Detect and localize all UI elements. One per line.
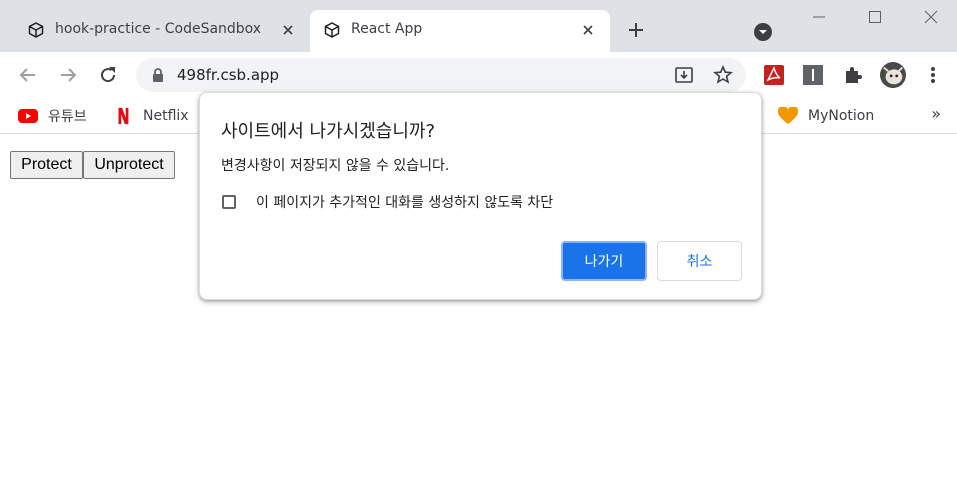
pdf-extension-button[interactable]	[761, 62, 787, 88]
minimize-button[interactable]	[796, 0, 842, 34]
codesandbox-icon	[324, 22, 340, 38]
arrow-left-icon	[19, 68, 35, 82]
avatar	[880, 62, 906, 88]
more-vertical-icon	[931, 67, 935, 83]
tab-search-icon[interactable]	[753, 22, 773, 42]
tab-title: hook-practice - CodeSandbox	[55, 21, 262, 37]
bookmark-label: 유튜브	[48, 109, 87, 125]
close-icon[interactable]	[280, 22, 296, 38]
bookmark-youtube[interactable]: 유튜브	[18, 104, 87, 128]
bookmark-label: MyNotion	[808, 108, 875, 124]
menu-button[interactable]	[920, 62, 946, 88]
back-button[interactable]	[16, 63, 40, 87]
close-icon[interactable]	[580, 22, 596, 38]
bookmark-mynotion[interactable]: MyNotion	[778, 104, 874, 128]
unprotect-button[interactable]: Unprotect	[83, 151, 175, 179]
tab-hook-practice[interactable]: hook-practice - CodeSandbox	[14, 10, 310, 52]
puzzle-icon	[846, 67, 862, 83]
url-text[interactable]: 498fr.csb.app	[177, 66, 279, 84]
maximize-button[interactable]	[852, 0, 898, 34]
close-window-button[interactable]	[908, 0, 954, 34]
arrow-right-icon	[61, 68, 77, 82]
protect-button[interactable]: Protect	[10, 151, 83, 179]
tab-strip: hook-practice - CodeSandbox React App	[0, 0, 957, 52]
extensions-button[interactable]	[840, 62, 866, 88]
maximize-icon	[869, 11, 881, 23]
bookmarks-overflow-icon[interactable]: »	[931, 104, 941, 123]
cancel-button[interactable]: 취소	[657, 241, 742, 281]
codesandbox-icon	[28, 22, 44, 38]
reload-button[interactable]	[96, 63, 120, 87]
bookmark-label: Netflix	[143, 108, 189, 124]
reader-extension-button[interactable]	[800, 62, 826, 88]
acrobat-icon	[764, 65, 784, 85]
dialog-title: 사이트에서 나가시겠습니까?	[221, 121, 435, 142]
block-dialogs-checkbox[interactable]	[222, 195, 236, 209]
address-bar[interactable]: 498fr.csb.app	[136, 58, 746, 92]
netflix-icon	[118, 107, 129, 125]
tab-title: React App	[351, 21, 423, 37]
bookmark-netflix[interactable]: Netflix	[113, 104, 189, 128]
heart-icon	[778, 107, 798, 124]
tab-react-app[interactable]: React App	[310, 10, 610, 52]
lock-icon[interactable]	[150, 67, 166, 83]
minimize-icon	[813, 16, 825, 18]
new-tab-icon[interactable]	[624, 18, 648, 42]
dialog-message: 변경사항이 저장되지 않을 수 있습니다.	[221, 158, 450, 174]
leave-button[interactable]: 나가기	[561, 241, 647, 281]
youtube-icon	[18, 109, 38, 123]
install-app-icon[interactable]	[674, 65, 694, 85]
forward-button[interactable]	[56, 63, 80, 87]
star-icon[interactable]	[713, 65, 733, 85]
block-dialogs-label[interactable]: 이 페이지가 추가적인 대화를 생성하지 않도록 차단	[256, 192, 553, 212]
leave-site-dialog: 사이트에서 나가시겠습니까? 변경사항이 저장되지 않을 수 있습니다. 이 페…	[199, 92, 762, 300]
close-icon	[924, 10, 938, 24]
browser-window: hook-practice - CodeSandbox React App 49…	[0, 0, 957, 500]
reload-icon	[101, 67, 116, 83]
profile-button[interactable]	[880, 62, 906, 88]
reader-icon	[803, 65, 823, 85]
